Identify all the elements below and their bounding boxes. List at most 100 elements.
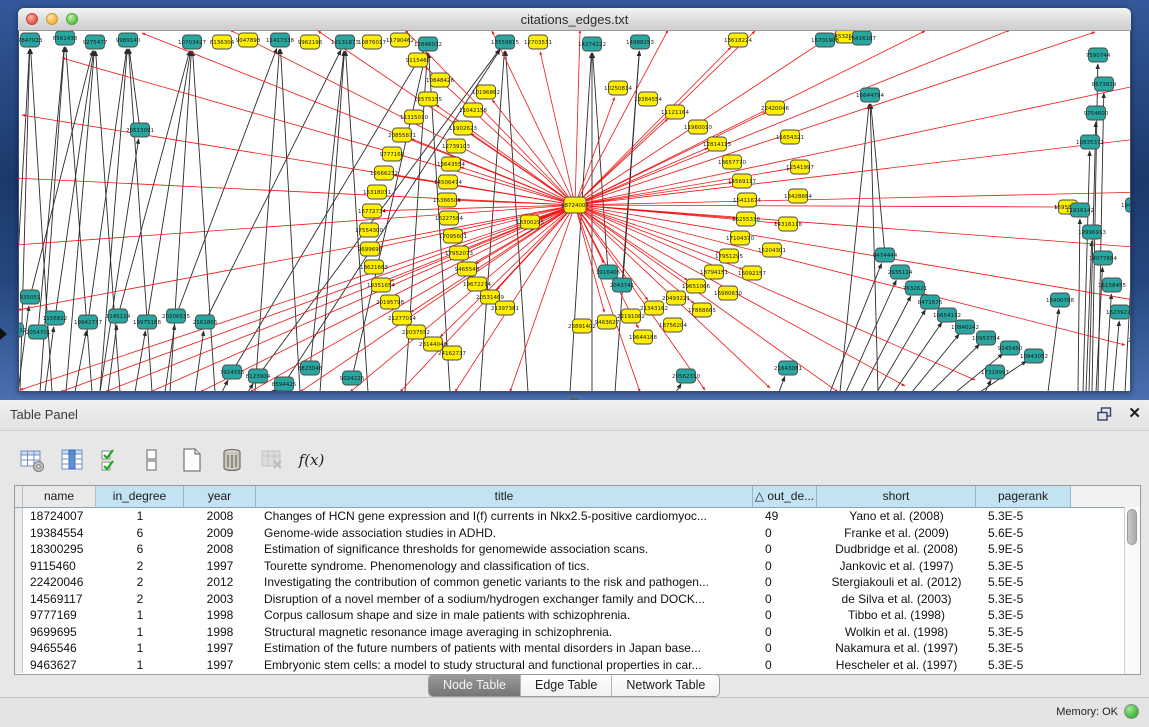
table-row[interactable]: 911546021997Tourette syndrome. Phenomeno… [15, 558, 1140, 575]
cell-year[interactable]: 2009 [184, 525, 256, 542]
cell-short[interactable]: Tibbo et al. (1998) [817, 607, 976, 624]
cell-short[interactable]: Franke et al. (2009) [817, 525, 976, 542]
cell-in_degree[interactable]: 6 [96, 541, 184, 558]
column-header-short[interactable]: short [817, 486, 976, 508]
table-row[interactable]: 1830029562008Estimation of significance … [15, 541, 1140, 558]
cell-title[interactable]: Corpus callosum shape and size in male p… [256, 607, 753, 624]
panel-collapse-arrow-icon[interactable] [0, 328, 7, 340]
cell-short[interactable]: Hescheler et al. (1997) [817, 657, 976, 674]
cell-in_degree[interactable]: 1 [96, 657, 184, 674]
cell-short[interactable]: Jankovic et al. (1997) [817, 558, 976, 575]
cell-year[interactable]: 1998 [184, 624, 256, 641]
cell-out_degree[interactable]: 0 [753, 607, 817, 624]
cell-name[interactable]: 18724007 [23, 508, 96, 525]
cell-in_degree[interactable]: 1 [96, 508, 184, 525]
memory-status-indicator[interactable] [1124, 704, 1139, 719]
cell-title[interactable]: Estimation of significance thresholds fo… [256, 541, 753, 558]
table-row[interactable]: 946554611997Estimation of the future num… [15, 640, 1140, 657]
table-row[interactable]: 969969511998Structural magnetic resonanc… [15, 624, 1140, 641]
cell-name[interactable]: 22420046 [23, 574, 96, 591]
cell-name[interactable]: 9115460 [23, 558, 96, 575]
cell-out_degree[interactable]: 49 [753, 508, 817, 525]
close-panel-icon[interactable]: ✕ [1128, 405, 1141, 423]
cell-out_degree[interactable]: 0 [753, 574, 817, 591]
cell-title[interactable]: Structural magnetic resonance image aver… [256, 624, 753, 641]
cell-pagerank[interactable]: 5.3E-5 [976, 640, 1071, 657]
cell-in_degree[interactable]: 6 [96, 525, 184, 542]
cell-title[interactable]: Investigating the contribution of common… [256, 574, 753, 591]
column-header-title[interactable]: title [256, 486, 753, 508]
cell-pagerank[interactable]: 5.3E-5 [976, 607, 1071, 624]
cell-title[interactable]: Disruption of a novel member of a sodium… [256, 591, 753, 608]
cell-in_degree[interactable]: 1 [96, 607, 184, 624]
cell-pagerank[interactable]: 5.3E-5 [976, 508, 1071, 525]
cell-out_degree[interactable]: 0 [753, 657, 817, 674]
network-canvas[interactable]: 1872400791154601084842612575155113150102… [18, 31, 1131, 392]
column-header-name[interactable]: name [23, 486, 96, 508]
cell-short[interactable]: Yano et al. (2008) [817, 508, 976, 525]
cell-short[interactable]: de Silva et al. (2003) [817, 591, 976, 608]
cell-year[interactable]: 2008 [184, 541, 256, 558]
tab-node-table[interactable]: Node Table [429, 675, 521, 696]
cell-pagerank[interactable]: 5.3E-5 [976, 624, 1071, 641]
cell-year[interactable]: 1997 [184, 657, 256, 674]
table-scrollbar[interactable] [1124, 507, 1140, 674]
cell-pagerank[interactable]: 5.6E-5 [976, 525, 1071, 542]
cell-in_degree[interactable]: 2 [96, 574, 184, 591]
column-header-year[interactable]: year [184, 486, 256, 508]
tab-network-table[interactable]: Network Table [612, 675, 719, 696]
cell-pagerank[interactable]: 5.5E-5 [976, 574, 1071, 591]
cell-year[interactable]: 1997 [184, 640, 256, 657]
table-mode-icon[interactable] [18, 446, 45, 473]
cell-short[interactable]: Stergiakouli et al. (2012) [817, 574, 976, 591]
column-header-in_degree[interactable]: in_degree [96, 486, 184, 508]
cell-title[interactable]: Tourette syndrome. Phenomenology and cla… [256, 558, 753, 575]
cell-out_degree[interactable]: 0 [753, 591, 817, 608]
table-row[interactable]: 1938455462009Genome-wide association stu… [15, 525, 1140, 542]
cell-title[interactable]: Estimation of the future numbers of pati… [256, 640, 753, 657]
cell-pagerank[interactable]: 5.3E-5 [976, 558, 1071, 575]
table-row[interactable]: 946362711997Embryonic stem cells: a mode… [15, 657, 1140, 674]
cell-pagerank[interactable]: 5.3E-5 [976, 591, 1071, 608]
cell-out_degree[interactable]: 0 [753, 640, 817, 657]
tab-edge-table[interactable]: Edge Table [521, 675, 612, 696]
column-header-out_degree[interactable]: △ out_de... [753, 486, 817, 508]
table-row[interactable]: 1456911722003Disruption of a novel membe… [15, 591, 1140, 608]
float-panel-icon[interactable] [1097, 407, 1112, 421]
cell-title[interactable]: Embryonic stem cells: a model to study s… [256, 657, 753, 674]
function-builder-icon[interactable]: f(x) [298, 446, 325, 473]
table-row[interactable]: 977716911998Corpus callosum shape and si… [15, 607, 1140, 624]
cell-name[interactable]: 19384554 [23, 525, 96, 542]
cell-pagerank[interactable]: 5.9E-5 [976, 541, 1071, 558]
cell-short[interactable]: Wolkin et al. (1998) [817, 624, 976, 641]
cell-title[interactable]: Genome-wide association studies in ADHD. [256, 525, 753, 542]
cell-out_degree[interactable]: 0 [753, 541, 817, 558]
column-header-pagerank[interactable]: pagerank [976, 486, 1071, 508]
deselect-all-rows-icon[interactable] [138, 446, 165, 473]
cell-out_degree[interactable]: 0 [753, 525, 817, 542]
cell-year[interactable]: 2003 [184, 591, 256, 608]
create-column-icon[interactable] [178, 446, 205, 473]
cell-year[interactable]: 2012 [184, 574, 256, 591]
cell-name[interactable]: 14569117 [23, 591, 96, 608]
cell-name[interactable]: 9465546 [23, 640, 96, 657]
cell-pagerank[interactable]: 5.3E-5 [976, 657, 1071, 674]
delete-column-icon[interactable] [218, 446, 245, 473]
select-columns-icon[interactable] [58, 446, 85, 473]
cell-short[interactable]: Nakamura et al. (1997) [817, 640, 976, 657]
cell-in_degree[interactable]: 2 [96, 558, 184, 575]
table-row[interactable]: 1872400712008Changes of HCN gene express… [15, 508, 1140, 525]
cell-year[interactable]: 2008 [184, 508, 256, 525]
cell-out_degree[interactable]: 0 [753, 624, 817, 641]
cell-name[interactable]: 9699695 [23, 624, 96, 641]
cell-name[interactable]: 18300295 [23, 541, 96, 558]
cell-title[interactable]: Changes of HCN gene expression and I(f) … [256, 508, 753, 525]
cell-year[interactable]: 1997 [184, 558, 256, 575]
cell-in_degree[interactable]: 1 [96, 640, 184, 657]
table-row[interactable]: 2242004622012Investigating the contribut… [15, 574, 1140, 591]
cell-out_degree[interactable]: 0 [753, 558, 817, 575]
cell-short[interactable]: Dudbridge et al. (2008) [817, 541, 976, 558]
select-all-rows-icon[interactable] [98, 446, 125, 473]
scrollbar-thumb[interactable] [1127, 509, 1137, 545]
cell-year[interactable]: 1998 [184, 607, 256, 624]
